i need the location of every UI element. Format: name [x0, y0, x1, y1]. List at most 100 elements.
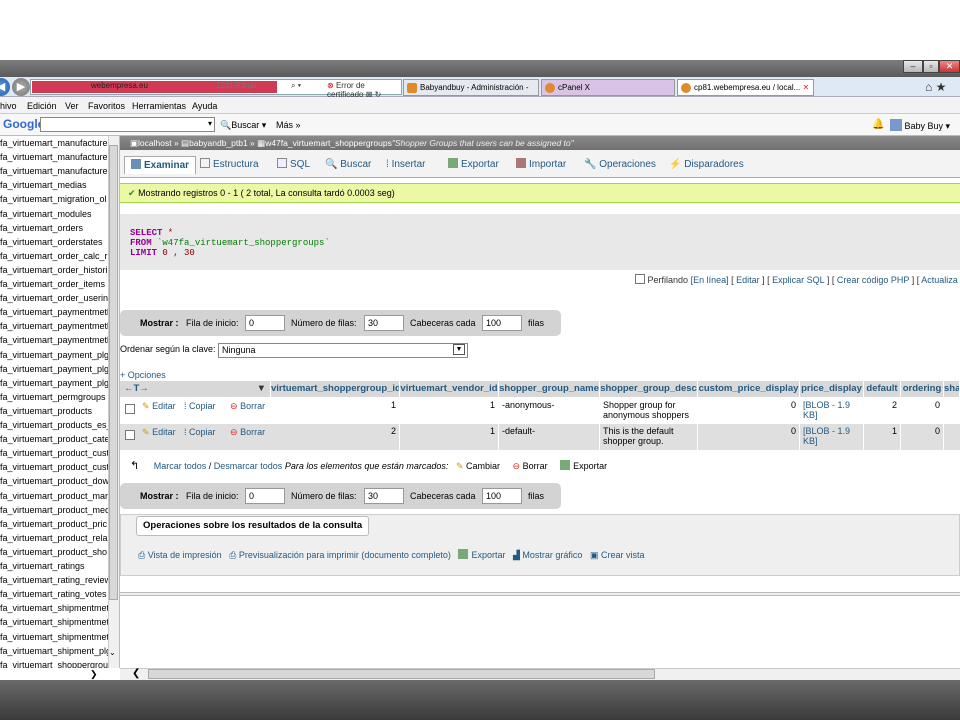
address-bar[interactable]: webempresa.eu 12319/3rdp ⌕ ▾ ⊗ Error de …	[30, 79, 402, 99]
menu-archivo[interactable]: hivo	[0, 101, 17, 111]
sidebar-item[interactable]: fa_virtuemart_product_pric	[0, 519, 107, 533]
cell-custom[interactable]: 0	[698, 424, 800, 450]
close-tab-icon[interactable]: ✕	[803, 83, 810, 92]
link-explicar[interactable]: Explicar SQL	[772, 275, 824, 285]
chart-link[interactable]: ▟ Mostrar gráfico	[513, 550, 582, 560]
marcar-todos-link[interactable]: Marcar todos	[154, 461, 207, 471]
export-link[interactable]: Exportar	[458, 549, 505, 560]
menu-favoritos[interactable]: Favoritos	[88, 101, 125, 111]
tab-examinar[interactable]: Examinar	[124, 156, 197, 174]
link-en-linea[interactable]: [En línea]	[691, 275, 729, 285]
scroll-left-icon[interactable]: ❮	[132, 668, 140, 679]
cell-default[interactable]: 1	[864, 424, 901, 450]
menu-herramientas[interactable]: Herramientas	[132, 101, 186, 111]
sort-arrows-header[interactable]: ←T→ ▼	[120, 381, 271, 397]
tab-insertar[interactable]: ⁞ Insertar	[386, 156, 425, 174]
menu-ayuda[interactable]: Ayuda	[192, 101, 217, 111]
tab-sql[interactable]: SQL	[277, 156, 310, 174]
google-search-input[interactable]: ▾	[40, 117, 215, 132]
print-view-link[interactable]: ⎙ Vista de impresión	[138, 550, 222, 560]
sidebar-item[interactable]: fa_virtuemart_product_cust	[0, 462, 109, 476]
buscar-button[interactable]: 🔍Buscar ▾	[220, 120, 266, 131]
sidebar-item[interactable]: fa_virtuemart_orderstates	[0, 237, 103, 251]
cell-price[interactable]: [BLOB - 1.9 KB]	[800, 398, 864, 424]
col-shopper-group-name[interactable]: shopper_group_name	[499, 381, 600, 397]
cell-id[interactable]: 2	[271, 424, 400, 450]
user-menu[interactable]: Baby Buy ▾	[890, 119, 950, 132]
exportar-button[interactable]: Exportar	[560, 460, 607, 471]
scroll-down-icon[interactable]: ⌄	[109, 648, 116, 657]
breadcrumb-server[interactable]: localhost »	[138, 138, 179, 148]
sidebar-item[interactable]: fa_virtuemart_order_histori	[0, 265, 108, 279]
nav-mostrar[interactable]: Mostrar :	[140, 318, 179, 328]
fila-inicio-input[interactable]	[245, 315, 285, 331]
cell-price[interactable]: [BLOB - 1.9 KB]	[800, 424, 864, 450]
sidebar-item[interactable]: fa_virtuemart_orders	[0, 223, 83, 237]
sidebar-item[interactable]: fa_virtuemart_rating_review	[0, 575, 111, 589]
create-view-link[interactable]: ▣ Crear vista	[590, 550, 645, 560]
sidebar-item[interactable]: fa_virtuemart_payment_plg	[0, 350, 109, 364]
fila-inicio-input[interactable]	[245, 488, 285, 504]
sidebar-item[interactable]: fa_virtuemart_payment_plg	[0, 378, 109, 392]
sidebar-item[interactable]: fa_virtuemart_product_cust	[0, 448, 109, 462]
order-select[interactable]: Ninguna ▼	[218, 343, 468, 358]
sidebar-item[interactable]: fa_virtuemart_ratings	[0, 561, 85, 575]
sidebar-item[interactable]: fa_virtuemart_permgroups	[0, 392, 106, 406]
cell-vendor[interactable]: 1	[400, 398, 499, 424]
close-window-button[interactable]: ✕	[939, 60, 960, 73]
menu-edicion[interactable]: Edición	[27, 101, 57, 111]
cell-vendor[interactable]: 1	[400, 424, 499, 450]
sidebar-item[interactable]: fa_virtuemart_products_es_	[0, 420, 112, 434]
tab-babyandbuy[interactable]: Babyandbuy - Administración -	[403, 79, 539, 96]
desmarcar-todos-link[interactable]: Desmarcar todos	[214, 461, 283, 471]
sidebar-item[interactable]: fa_virtuemart_shipmentmet	[0, 603, 109, 617]
link-crear-php[interactable]: Crear código PHP	[837, 275, 909, 285]
col-virtuemart-vendor-id[interactable]: virtuemart_vendor_id	[400, 381, 499, 397]
cell-ordering[interactable]: 0	[901, 398, 944, 424]
print-preview-link[interactable]: ⎙ Previsualización para imprimir (docume…	[229, 550, 451, 560]
cabeceras-input[interactable]	[482, 488, 522, 504]
num-filas-input[interactable]	[364, 488, 404, 504]
tab-estructura[interactable]: Estructura	[200, 156, 259, 174]
sidebar-item[interactable]: fa_virtuemart_modules	[0, 209, 92, 223]
edit-button[interactable]: ✎ Editar	[142, 427, 176, 438]
sidebar-item[interactable]: fa_virtuemart_manufacture	[0, 166, 108, 180]
cell-default[interactable]: 2	[864, 398, 901, 424]
sidebar-item[interactable]: fa_virtuemart_product_dow	[0, 476, 109, 490]
copy-button[interactable]: ⁞ Copiar	[184, 401, 216, 411]
cabeceras-input[interactable]	[482, 315, 522, 331]
home-icon[interactable]: ⌂ ★	[925, 80, 946, 94]
col-virtuemart-shoppergroup-id[interactable]: virtuemart_shoppergroup_id	[271, 381, 400, 397]
sidebar-item[interactable]: fa_virtuemart_order_calc_r	[0, 251, 108, 265]
opciones-link[interactable]: + Opciones	[120, 370, 166, 380]
sidebar-item[interactable]: fa_virtuemart_paymentmetl	[0, 335, 109, 349]
edit-button[interactable]: ✎ Editar	[142, 401, 176, 412]
horizontal-scroll-thumb[interactable]	[148, 669, 655, 679]
tab-disparadores[interactable]: ⚡ Disparadores	[669, 156, 744, 174]
link-editar[interactable]: Editar	[736, 275, 760, 285]
cell-desc[interactable]: Shopper group for anonymous shoppers	[600, 398, 698, 424]
sidebar-item[interactable]: fa_virtuemart_paymentmetl	[0, 321, 109, 335]
minimize-button[interactable]: –	[903, 60, 923, 73]
col-custom-price-display[interactable]: custom_price_display	[698, 381, 800, 397]
col-default[interactable]: default	[864, 381, 901, 397]
col-shopper-group-desc[interactable]: shopper_group_desc	[600, 381, 698, 397]
row-checkbox[interactable]	[125, 404, 135, 414]
sidebar-scroll-thumb[interactable]	[109, 145, 118, 600]
address-controls[interactable]: ⌕ ▾	[291, 81, 301, 91]
tab-operaciones[interactable]: 🔧 Operaciones	[584, 156, 656, 174]
breadcrumb-db[interactable]: babyandb_ptb1 »	[189, 138, 255, 148]
delete-button[interactable]: ⊖ Borrar	[230, 401, 265, 412]
sidebar-item[interactable]: fa_virtuemart_migration_ol	[0, 194, 107, 208]
sidebar-item[interactable]: fa_virtuemart_order_userin	[0, 293, 108, 307]
sidebar-item[interactable]: fa_virtuemart_shoppergrou	[0, 660, 108, 668]
sidebar-item[interactable]: fa_virtuemart_manufacture	[0, 138, 108, 152]
bell-icon[interactable]: 🔔	[872, 119, 884, 130]
cell-name[interactable]: -anonymous-	[499, 398, 600, 424]
menu-ver[interactable]: Ver	[65, 101, 79, 111]
sidebar-item[interactable]: fa_virtuemart_products	[0, 406, 92, 420]
sidebar-item[interactable]: fa_virtuemart_product_cate	[0, 434, 110, 448]
sidebar-item[interactable]: fa_virtuemart_payment_plg	[0, 364, 109, 378]
nav-mostrar[interactable]: Mostrar :	[140, 491, 179, 501]
sidebar-item[interactable]: fa_virtuemart_rating_votes	[0, 589, 107, 603]
